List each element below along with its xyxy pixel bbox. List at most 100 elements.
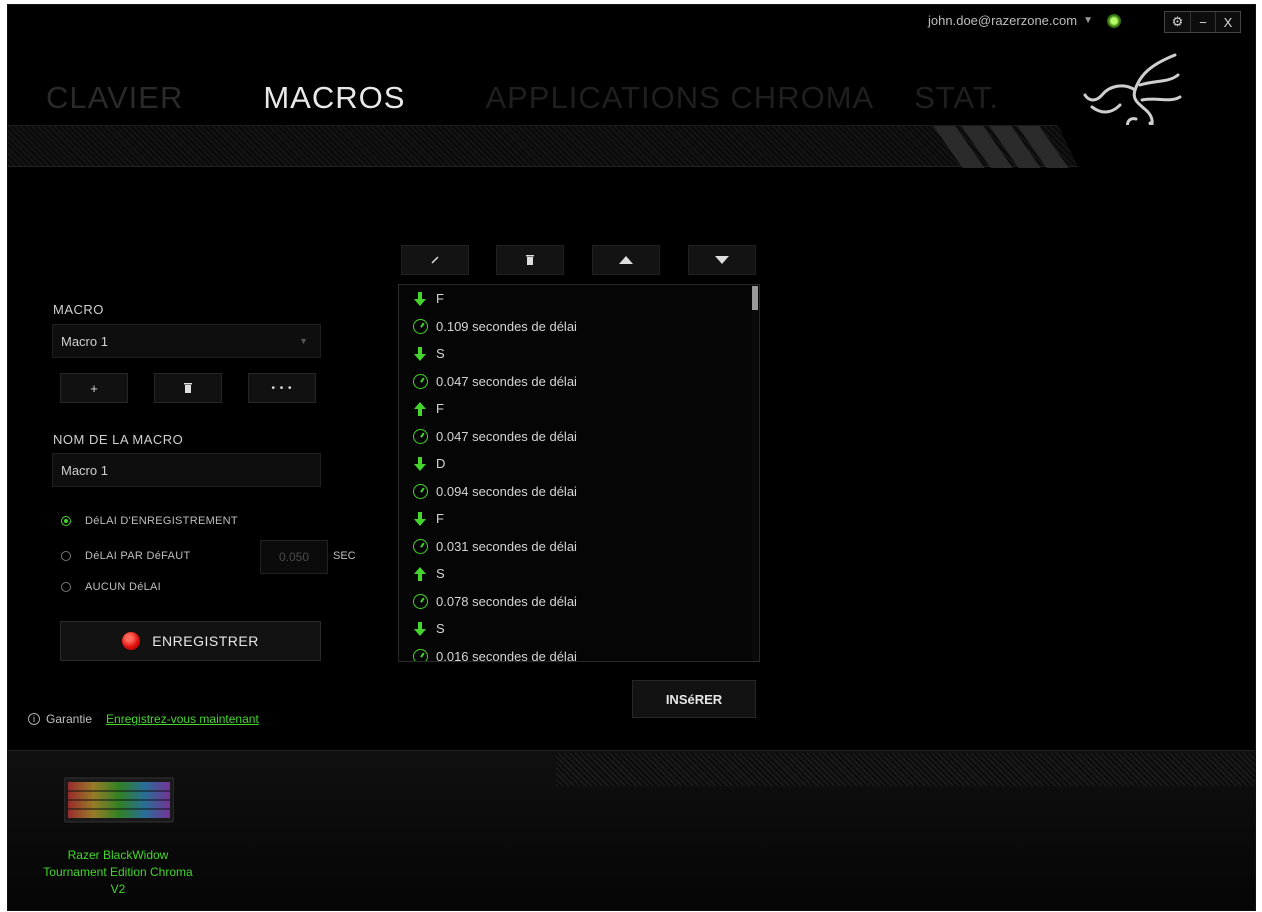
event-text: 0.047 secondes de délai — [436, 373, 577, 389]
edit-icon — [431, 256, 439, 264]
clock-icon — [412, 373, 428, 389]
key-event-row[interactable]: S — [399, 615, 759, 643]
window-controls: ⚙ − X — [1164, 11, 1241, 33]
minimize-button[interactable]: − — [1190, 12, 1215, 32]
event-text: 0.031 secondes de délai — [436, 538, 577, 554]
event-text: S — [436, 621, 445, 637]
radio-no-delay-label: AUCUN DéLAI — [85, 581, 162, 593]
key-up-arrow-icon — [412, 566, 428, 582]
info-icon: i — [28, 713, 40, 725]
clock-icon — [412, 318, 428, 334]
header-stripe-cut — [1058, 125, 1255, 167]
record-button-label: ENREGISTRER — [152, 633, 259, 649]
key-down-arrow-icon — [412, 346, 428, 362]
edit-event-button[interactable] — [401, 245, 469, 275]
move-down-button[interactable] — [688, 245, 756, 275]
keyboard-device-icon[interactable] — [64, 776, 174, 824]
key-event-row[interactable]: F — [399, 395, 759, 423]
account-menu[interactable]: john.doe@razerzone.com ▼ — [928, 13, 1121, 28]
radio-recording-delay-label: DéLAI D'ENREGISTREMENT — [85, 515, 238, 527]
radio-selected-icon — [61, 516, 71, 526]
move-up-button[interactable] — [592, 245, 660, 275]
radio-no-delay[interactable]: AUCUN DéLAI — [61, 581, 161, 593]
macro-select[interactable]: Macro 1 ▼ — [52, 324, 321, 358]
event-rows: F 0.109 secondes de délai S 0.047 secondes … — [399, 285, 759, 662]
key-event-row[interactable]: F — [399, 285, 759, 313]
register-link[interactable]: Enregistrez-vous maintenant — [106, 712, 259, 726]
clock-icon — [412, 538, 428, 554]
key-down-arrow-icon — [412, 511, 428, 527]
radio-unselected-icon — [61, 582, 71, 592]
device-name[interactable]: Razer BlackWidow Tournament Edition Chro… — [38, 847, 198, 898]
warranty-row: i Garantie Enregistrez-vous maintenant — [28, 712, 259, 726]
clock-icon — [412, 593, 428, 609]
key-event-row[interactable]: S — [399, 560, 759, 588]
insert-button[interactable]: INSéRER — [632, 680, 756, 718]
event-text: 0.016 secondes de délai — [436, 648, 577, 662]
event-text: F — [436, 401, 444, 417]
event-text: F — [436, 511, 444, 527]
event-text: S — [436, 346, 445, 362]
delay-event-row[interactable]: 0.109 secondes de délai — [399, 313, 759, 341]
trash-icon — [184, 383, 192, 393]
key-down-arrow-icon — [412, 621, 428, 637]
default-delay-unit: SEC — [333, 550, 356, 562]
move-up-icon — [619, 256, 633, 264]
tab-applications-chroma[interactable]: APPLICATIONS CHROMA — [485, 80, 874, 116]
delay-event-row[interactable]: 0.047 secondes de délai — [399, 423, 759, 451]
trash-icon — [526, 255, 534, 265]
clock-icon — [412, 428, 428, 444]
delete-event-button[interactable] — [496, 245, 564, 275]
radio-unselected-icon — [61, 551, 71, 561]
clock-icon — [412, 483, 428, 499]
delete-macro-button[interactable] — [154, 373, 222, 403]
tab-stat[interactable]: STAT. — [914, 80, 999, 116]
close-button[interactable]: X — [1215, 12, 1240, 32]
scrollbar-thumb[interactable] — [752, 286, 758, 310]
default-delay-input[interactable]: 0.050 — [260, 540, 328, 574]
macro-name-label: NOM DE LA MACRO — [53, 432, 184, 447]
key-down-arrow-icon — [412, 456, 428, 472]
warranty-label: Garantie — [46, 712, 93, 726]
macro-name-field[interactable]: Macro 1 — [52, 453, 321, 487]
event-text: 0.109 secondes de délai — [436, 318, 577, 334]
more-options-button[interactable]: • • • — [248, 373, 316, 403]
macro-select-value: Macro 1 — [61, 333, 108, 349]
online-status-icon — [1107, 13, 1121, 28]
list-scrollbar[interactable] — [752, 286, 758, 661]
event-text: F — [436, 291, 444, 307]
device-bar-stripe — [556, 753, 1255, 786]
macro-event-list[interactable]: F 0.109 secondes de délai S 0.047 secondes … — [398, 284, 760, 662]
tab-macros[interactable]: MACROS — [263, 80, 405, 116]
delay-event-row[interactable]: 0.078 secondes de délai — [399, 588, 759, 616]
key-event-row[interactable]: D — [399, 450, 759, 478]
chevron-down-icon: ▼ — [299, 336, 308, 346]
delay-event-row[interactable]: 0.047 secondes de délai — [399, 368, 759, 396]
event-text: 0.047 secondes de délai — [436, 428, 577, 444]
delay-event-row[interactable]: 0.094 secondes de délai — [399, 478, 759, 506]
chevron-down-icon[interactable]: ▼ — [1083, 15, 1093, 26]
main-tabs: CLAVIER MACROS APPLICATIONS CHROMA STAT. — [46, 80, 1039, 116]
delay-event-row[interactable]: 0.031 secondes de délai — [399, 533, 759, 561]
radio-default-delay[interactable]: DéLAI PAR DéFAUT — [61, 550, 190, 562]
key-up-arrow-icon — [412, 401, 428, 417]
event-text: S — [436, 566, 445, 582]
tab-clavier[interactable]: CLAVIER — [46, 80, 183, 116]
key-down-arrow-icon — [412, 291, 428, 307]
radio-recording-delay[interactable]: DéLAI D'ENREGISTREMENT — [61, 515, 238, 527]
account-email: john.doe@razerzone.com — [928, 13, 1078, 28]
record-button[interactable]: ENREGISTRER — [60, 621, 321, 661]
macro-name-value: Macro 1 — [61, 462, 108, 478]
delay-event-row[interactable]: 0.016 secondes de délai — [399, 643, 759, 662]
event-text: 0.078 secondes de délai — [436, 593, 577, 609]
key-event-row[interactable]: F — [399, 505, 759, 533]
clock-icon — [412, 648, 428, 661]
synapse-window: john.doe@razerzone.com ▼ ⚙ − X CLAVIER M… — [8, 5, 1255, 910]
event-text: D — [436, 456, 446, 472]
record-icon — [122, 632, 141, 650]
add-macro-button[interactable]: + — [60, 373, 128, 403]
settings-button[interactable]: ⚙ — [1165, 12, 1190, 32]
radio-default-delay-label: DéLAI PAR DéFAUT — [85, 550, 191, 562]
key-event-row[interactable]: S — [399, 340, 759, 368]
macro-section-label: MACRO — [53, 302, 104, 317]
